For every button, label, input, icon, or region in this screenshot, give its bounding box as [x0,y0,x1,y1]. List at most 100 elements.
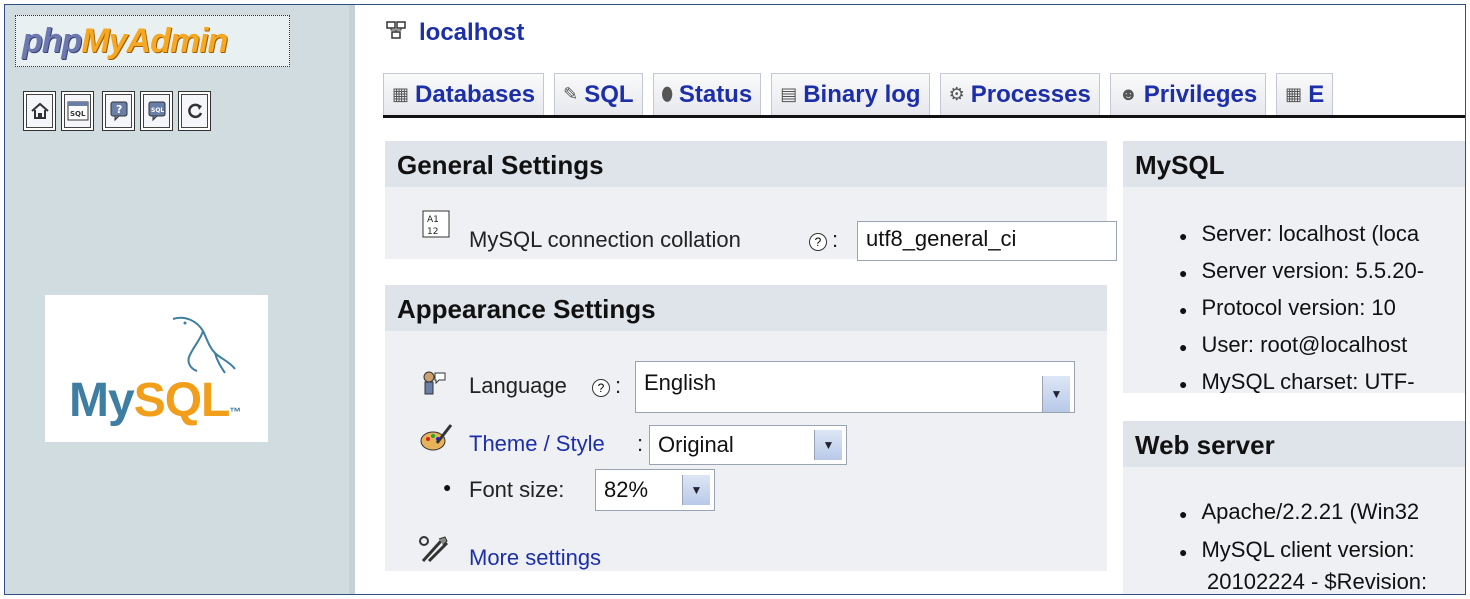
font-size-select[interactable]: 82% ▼ [595,469,715,511]
collation-field[interactable]: utf8_general_ci [857,221,1117,261]
svg-text:SQL: SQL [151,107,164,114]
tab-status[interactable]: ⬮ Status [652,73,762,115]
web-server-info-text: Apache/2.2.21 (Win32 [1201,499,1420,524]
tab-sql[interactable]: ✎ SQL [554,73,643,115]
tab-label: Databases [415,80,536,108]
list-item: ● Protocol version: 10 [1179,295,1396,320]
tab-binary-log[interactable]: ▤ Binary log [771,73,930,115]
logo-my-text: My [81,21,127,60]
reload-icon [181,94,208,128]
font-size-value: 82% [604,477,649,502]
mysql-panel-title: MySQL [1135,150,1225,180]
web-server-panel-body: ● Apache/2.2.21 (Win32 ● MySQL client vers… [1123,467,1465,594]
mysql-tm-text: ™ [229,405,241,419]
theme-value: Original [658,432,734,457]
tab-underline [383,115,1465,118]
tab-label: Processes [970,80,1091,108]
appearance-settings-title: Appearance Settings [397,294,656,324]
users-icon: ☻ [1118,84,1138,104]
tools-icon [419,535,451,570]
tab-label: Binary log [803,80,921,108]
tab-databases[interactable]: ▦ Databases [383,73,545,115]
home-button[interactable] [23,91,56,131]
gears-icon: ⚙ [948,84,965,104]
appearance-settings-header: Appearance Settings [385,285,1107,331]
svg-text:SQL: SQL [70,110,86,118]
sql-icon: ✎ [563,84,579,104]
database-icon: ▦ [392,84,410,104]
language-select[interactable]: English ▼ [635,361,1075,413]
documentation-button[interactable]: ? [102,91,135,131]
logo-admin-text: Admin [126,21,229,60]
collation-label: MySQL connection collation [469,227,741,252]
font-size-label: Font size: [469,477,565,502]
mysql-info-text: User: root@localhost [1201,332,1408,357]
list-item-continuation: 20102224 - $Revision: [1207,569,1428,594]
web-server-panel-title: Web server [1135,430,1275,460]
mysql-info-text: Protocol version: 10 [1201,295,1396,320]
server-link[interactable]: localhost [419,19,524,47]
tab-privileges[interactable]: ☻ Privileges [1109,73,1267,115]
list-item: ● User: root@localhost [1179,332,1408,357]
chevron-down-icon: ▼ [814,430,842,460]
svg-text:?: ? [116,103,122,116]
query-window-icon: SQL [64,94,91,128]
web-server-info-text: MySQL client version: [1201,537,1415,562]
server-breadcrumb: localhost [385,19,524,47]
server-icon [385,19,407,47]
collation-icon: A1 12 [421,209,451,244]
theme-select[interactable]: Original ▼ [649,425,847,465]
collation-value: utf8_general_ci [866,226,1017,251]
svg-text:A1: A1 [427,215,439,225]
web-server-info-list: ● Apache/2.2.21 (Win32 ● MySQL client vers… [1179,499,1419,563]
tab-label: Privileges [1143,80,1258,108]
list-item: ● Server: localhost (loca [1179,221,1420,246]
mysql-sql-text: SQL [133,374,231,427]
tab-label: E [1308,80,1325,108]
home-icon [26,94,53,128]
web-server-info-text: 20102224 - $Revision: [1207,569,1428,594]
chevron-down-icon: ▼ [682,475,710,505]
top-tabs: ▦ Databases ✎ SQL ⬮ Status ▤ Binary log … [383,73,1334,115]
mysql-my-text: My [69,374,135,427]
log-icon: ▤ [780,84,798,104]
help-icon[interactable]: ? [592,379,610,397]
mysql-panel-header: MySQL [1123,141,1465,187]
bullet-dot: ● [443,479,452,495]
list-item: ● MySQL charset: UTF- [1179,369,1415,393]
tab-label: SQL [584,80,634,108]
mysql-info-list: ● Server: localhost (loca ● Server version… [1179,221,1424,393]
documentation-icon: ? [105,94,132,128]
palette-icon [419,423,453,458]
logo-php-text: php [22,21,82,60]
phpmyadmin-logo[interactable]: phpMyAdmin [15,15,290,67]
tab-export[interactable]: ▦ E [1276,73,1334,115]
tab-label: Status [678,80,753,108]
mysql-info-text: Server version: 5.5.20- [1201,258,1425,283]
language-icon [419,369,447,403]
help-icon[interactable]: ? [809,233,827,251]
sql-docs-button[interactable]: SQL [140,91,173,131]
main-content: localhost ▦ Databases ✎ SQL ⬮ Status ▤ B… [361,5,1465,594]
list-item: ● Apache/2.2.21 (Win32 [1179,499,1420,524]
tab-processes[interactable]: ⚙ Processes [939,73,1100,115]
nav-icon-bar: SQL ? SQL [23,91,211,131]
sql-docs-icon: SQL [143,94,170,128]
more-settings-link[interactable]: More settings [469,545,601,571]
query-window-button[interactable]: SQL [61,91,94,131]
web-server-panel-header: Web server [1123,421,1465,467]
chevron-down-icon: ▼ [1042,376,1070,412]
mysql-info-text: Server: localhost (loca [1201,221,1420,246]
browser-frame: phpMyAdmin SQL ? SQL MySQL™ localhost ▦ … [4,4,1466,595]
list-item: ● Server version: 5.5.20- [1179,258,1425,283]
appearance-settings-body: Language ? : English ▼ Theme / Style : O… [385,331,1107,571]
colon-text: : [832,227,839,252]
mysql-panel-body: ● Server: localhost (loca ● Server version… [1123,187,1465,393]
colon-text: : [637,431,644,456]
mysql-logo: MySQL™ [45,295,268,442]
reload-button[interactable] [178,91,211,131]
navigation-pane: phpMyAdmin SQL ? SQL MySQL™ [5,5,355,594]
language-label: Language [469,373,567,398]
theme-link[interactable]: Theme / Style [469,431,605,457]
traffic-light-icon: ⬮ [661,84,673,104]
